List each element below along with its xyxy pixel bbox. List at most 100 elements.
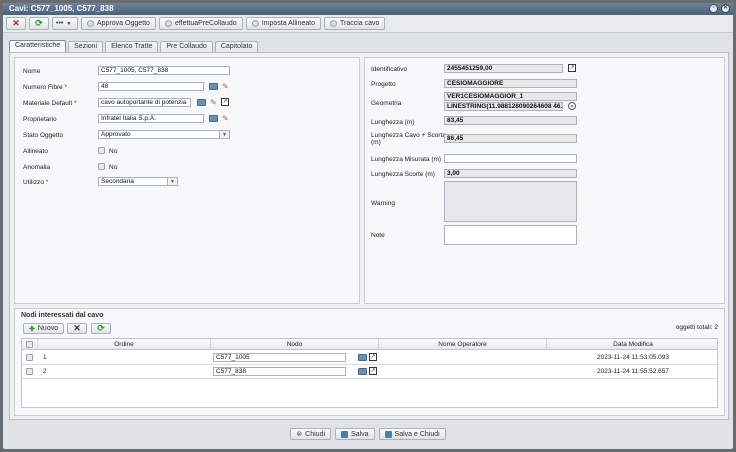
stato-value: Approvato [101, 131, 131, 138]
salva-chiudi-button[interactable]: Salva e Chiudi [378, 428, 446, 440]
identificativo-label: Identificativo [371, 66, 408, 73]
row-ordine: 2 [43, 368, 47, 375]
nome-field[interactable]: C577_1005, C577_838 [98, 66, 230, 75]
anomalia-checkbox[interactable] [98, 163, 105, 170]
titlebar: Cavi: C577_1005, C577_838 ▫ ✕ [3, 3, 733, 15]
lunghezza-scorta-unit: (m) [371, 139, 381, 146]
allineato-label: Imposta Allineato [261, 20, 315, 27]
maximize-button[interactable]: ▫ [709, 4, 718, 13]
traccia-label: Traccia cavo [340, 20, 380, 27]
lunghezza-misurata-field[interactable] [444, 154, 577, 163]
tab-bar: Caratteristiche Sezioni Elenco Tratte Pr… [9, 40, 259, 52]
approva-oggetto-button[interactable]: Approva Oggetto [81, 17, 156, 30]
stato-label: Stato Oggetto [23, 132, 64, 139]
chiudi-label: Chiudi [305, 430, 326, 438]
save-close-icon [384, 430, 392, 438]
header-ordine[interactable]: Ordine [38, 339, 211, 350]
utilizzo-select[interactable]: Secondaria ▼ [98, 177, 178, 186]
header-data[interactable]: Data Modifica [547, 339, 719, 350]
proprietario-field[interactable]: Infratel Italia S.p.A. [98, 114, 204, 123]
locate-icon[interactable] [568, 102, 576, 110]
nome-label: Nome [23, 68, 41, 75]
remove-node-button[interactable]: ✕ [67, 323, 87, 334]
geometria-name-field: VER1CESIOMAGGIOR_1 [444, 92, 577, 101]
delete-button[interactable]: ✕ [6, 17, 26, 30]
more-label: ••• [56, 20, 64, 27]
objects-count: oggetti totali: 2 [675, 324, 718, 331]
external-link-icon[interactable]: ↗ [369, 367, 377, 375]
more-actions-button[interactable]: ••• ▼ [52, 17, 78, 30]
note-textarea[interactable] [444, 225, 577, 245]
allineato-label: Allineato [23, 148, 48, 155]
salva-label: Salva [351, 430, 369, 438]
external-link-icon[interactable]: ↗ [369, 353, 377, 361]
materiale-field[interactable]: cavo autoportante di potenzia [98, 98, 191, 107]
header-nodo[interactable]: Nodo [211, 339, 379, 350]
precollaudo-button[interactable]: effettuaPreCollaudo [158, 17, 243, 30]
salva-button[interactable]: Salva [335, 428, 375, 440]
row-nodo-field[interactable]: C577_1005 [213, 353, 346, 362]
delete-icon: ✕ [73, 323, 81, 333]
numero-fibre-field[interactable]: 48 [98, 82, 204, 91]
card-icon[interactable] [197, 99, 206, 106]
proprietario-label: Proprietario [23, 116, 57, 123]
warning-textarea [444, 181, 577, 222]
card-icon[interactable] [358, 354, 367, 361]
note-label: Note [371, 232, 385, 239]
select-all-checkbox[interactable] [26, 341, 33, 348]
close-window-button[interactable]: ✕ [721, 4, 730, 13]
row-nodo-field[interactable]: C577_838 [213, 367, 346, 376]
chiudi-button[interactable]: ⊗ Chiudi [290, 428, 332, 440]
fibre-label-text: Numero Fibre [23, 84, 63, 91]
external-link-icon[interactable]: ↗ [221, 98, 229, 106]
window-title: Cavi: C577_1005, C577_838 [9, 4, 114, 13]
card-icon[interactable] [358, 368, 367, 375]
tab-sezioni[interactable]: Sezioni [68, 41, 104, 52]
header-select-all[interactable] [22, 339, 38, 350]
new-label: Nuovo [37, 325, 59, 332]
lunghezza-label: Lunghezza (m) [371, 119, 415, 126]
tab-elenco-tratte[interactable]: Elenco Tratte [105, 41, 159, 52]
required-mark: * [64, 84, 68, 91]
traccia-cavo-button[interactable]: Traccia cavo [324, 17, 386, 30]
external-link-icon[interactable]: ↗ [568, 64, 576, 72]
lunghezza-scorta-label: Lunghezza Cavo + Scorta [371, 132, 446, 139]
imposta-allineato-button[interactable]: Imposta Allineato [245, 17, 321, 30]
dialog-window: Cavi: C577_1005, C577_838 ▫ ✕ ✕ ⟳ ••• ▼ A… [2, 2, 734, 450]
salva-chiudi-label: Salva e Chiudi [394, 430, 440, 438]
header-operatore[interactable]: Nome Operatore [379, 339, 547, 350]
card-icon[interactable] [209, 83, 218, 90]
refresh-button[interactable]: ⟳ [29, 17, 49, 30]
stato-oggetto-select[interactable]: Approvato ▼ [98, 130, 230, 139]
pencil-icon[interactable]: ✎ [210, 99, 219, 107]
row-ordine: 1 [43, 354, 47, 361]
chevron-down-icon: ▼ [222, 132, 227, 138]
table-row[interactable]: 1 C577_1005 ↗ 2023-11-24 11:53:05.093 [22, 351, 717, 365]
tab-caratteristiche[interactable]: Caratteristiche [9, 40, 67, 52]
progetto-label: Progetto [371, 81, 396, 88]
right-panel: Identificativo 2455451259,00 ↗ Progetto … [364, 57, 725, 304]
left-panel: Nome C577_1005, C577_838 Numero Fibre * … [14, 57, 360, 304]
card-icon[interactable] [209, 115, 218, 122]
refresh-icon: ⟳ [97, 323, 105, 333]
refresh-nodes-button[interactable]: ⟳ [91, 323, 111, 334]
allineato-checkbox[interactable] [98, 147, 105, 154]
chevron-down-icon: ▼ [170, 179, 175, 185]
utilizzo-value: Secondaria [101, 178, 134, 185]
lunghezza-field: 83,45 [444, 116, 577, 125]
nodes-table: Ordine Nodo Nome Operatore Data Modifica… [21, 338, 718, 408]
row-checkbox[interactable] [26, 368, 33, 375]
table-header: Ordine Nodo Nome Operatore Data Modifica [22, 339, 717, 350]
tab-capitolato[interactable]: Capitolato [214, 41, 259, 52]
pencil-icon[interactable]: ✎ [222, 115, 231, 123]
pencil-icon[interactable]: ✎ [222, 83, 231, 91]
row-checkbox[interactable] [26, 354, 33, 361]
save-icon [341, 430, 349, 438]
misurata-label: Lunghezza Misurata (m) [371, 156, 442, 163]
geometria-linestring-field: LINESTRING(11.988128090264608 46.0 [444, 102, 563, 111]
tab-pre-collaudo[interactable]: Pre Collaudo [160, 41, 213, 52]
required-mark: * [73, 100, 77, 107]
table-row[interactable]: 2 C577_838 ↗ 2023-11-24 11:55:52.657 [22, 365, 717, 379]
circle-icon [87, 20, 94, 27]
new-node-button[interactable]: ✚ Nuovo [23, 323, 65, 334]
